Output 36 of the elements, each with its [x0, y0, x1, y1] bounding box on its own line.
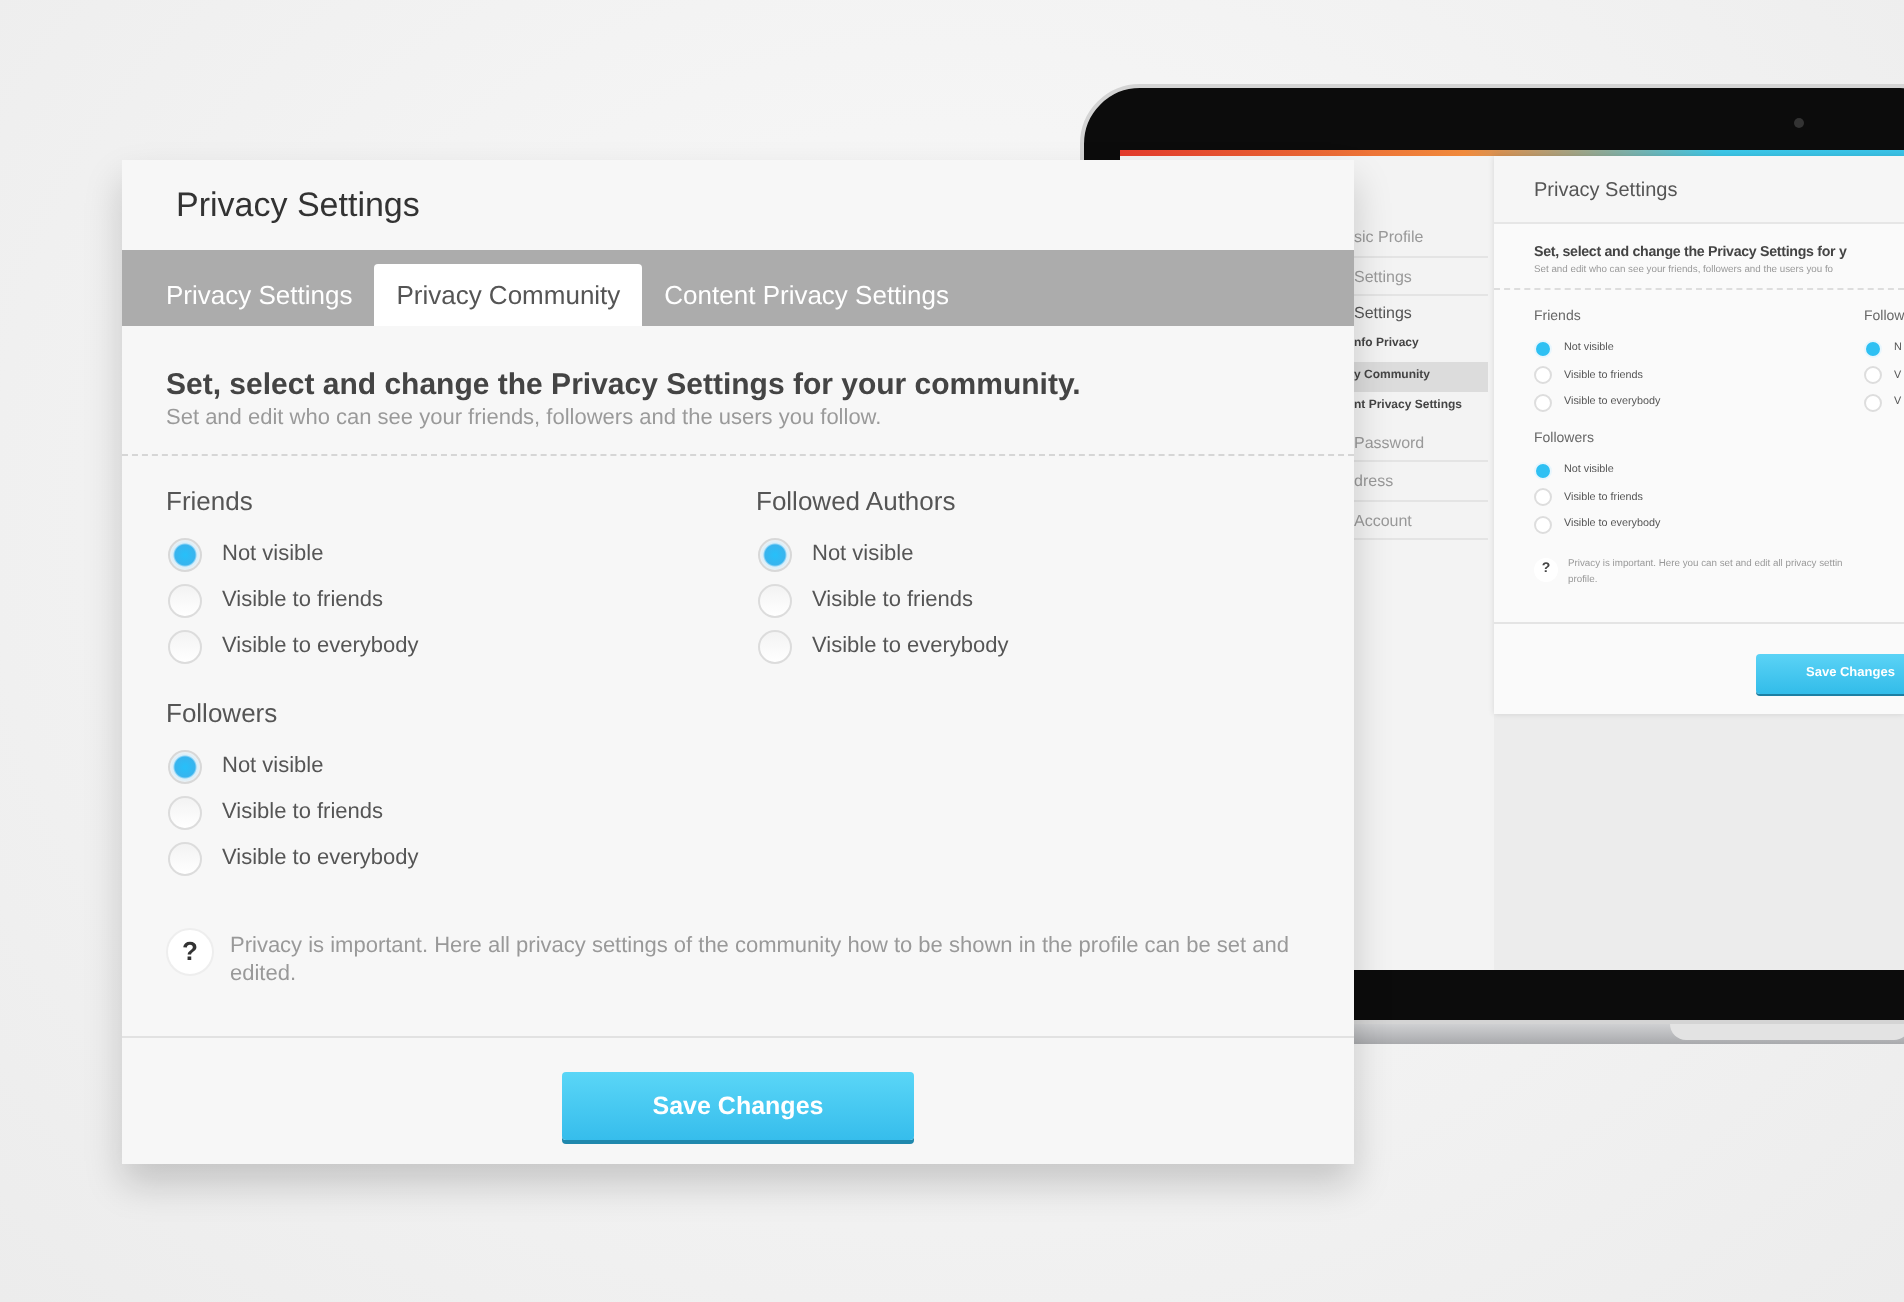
card-title: Privacy Settings [174, 184, 422, 228]
section-subheading: Set and edit who can see your friends, followers and the users you follow. [122, 404, 1354, 456]
radio-button[interactable] [1534, 366, 1552, 385]
option-label[interactable]: Visible to friends [222, 584, 384, 618]
radio-button[interactable] [1534, 393, 1552, 412]
camera-icon [1794, 118, 1804, 128]
option-label[interactable]: Visible to everybody [812, 630, 1009, 664]
group-title: Friends [166, 486, 255, 518]
option-label[interactable]: Visible to friends [812, 584, 974, 618]
option-label[interactable]: Visible to everybody [222, 842, 419, 876]
option-label[interactable]: Not visible [222, 538, 324, 572]
help-icon: ? [166, 928, 214, 976]
section-heading: Set, select and change the Privacy Settings for your community. [164, 366, 1083, 404]
radio-button[interactable] [168, 538, 202, 572]
radio-button[interactable] [168, 750, 202, 784]
radio-button[interactable] [1864, 366, 1882, 385]
radio-button[interactable] [168, 796, 202, 830]
radio-button[interactable] [1534, 515, 1552, 534]
radio-button[interactable] [758, 584, 792, 618]
sidebar-item[interactable]: Settings [1354, 296, 1488, 330]
radio-button[interactable] [758, 630, 792, 664]
radio-button[interactable] [168, 842, 202, 876]
radio-button[interactable] [1864, 393, 1882, 412]
option-label[interactable]: Visible to friends [222, 796, 384, 830]
tab[interactable]: Privacy Community [374, 264, 643, 326]
option-label[interactable]: Visible to everybody [222, 630, 419, 664]
panel-title: Privacy Settings [1494, 156, 1904, 224]
option-label[interactable]: Not visible [222, 750, 324, 784]
option-label[interactable]: Not visible [812, 538, 914, 572]
radio-button[interactable] [1534, 488, 1552, 507]
radio-button[interactable] [758, 538, 792, 572]
help-text: Privacy is important. Here all privacy settings of the community how to be shown in the profile can be set and edited. [230, 932, 1291, 988]
radio-button[interactable] [168, 584, 202, 618]
group-title: Followers [166, 698, 280, 730]
radio-button[interactable] [168, 630, 202, 664]
group-title: Followed Authors [756, 486, 958, 518]
